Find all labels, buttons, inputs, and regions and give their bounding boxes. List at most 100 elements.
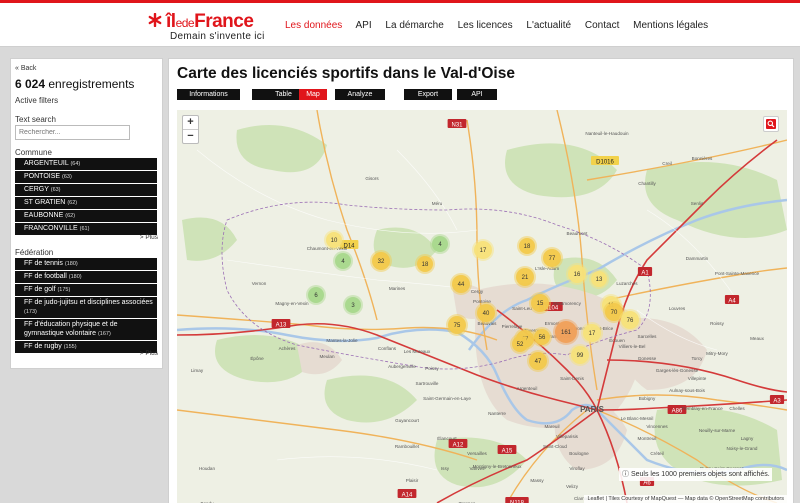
- commune-item-label: ST GRATIEN: [24, 199, 65, 206]
- cluster-marker[interactable]: 21: [514, 266, 536, 288]
- cluster-count: 99: [577, 353, 584, 359]
- nav-actualite[interactable]: L'actualité: [526, 20, 571, 31]
- place-label: Nanterre: [488, 411, 506, 416]
- cluster-marker[interactable]: 76: [619, 309, 641, 331]
- road-shield-label: A15: [502, 449, 513, 455]
- commune-item-count: (63): [51, 187, 61, 193]
- road-shield: A14: [398, 489, 417, 499]
- place-label: Le Blanc-Mesnil: [621, 416, 654, 421]
- cluster-marker[interactable]: 32: [370, 250, 392, 272]
- cluster-marker[interactable]: 4: [430, 234, 450, 254]
- commune-item-label: FRANCONVILLE: [24, 225, 78, 232]
- commune-item[interactable]: FRANCONVILLE (61): [15, 223, 157, 235]
- federation-item-label: FF de rugby: [24, 343, 62, 350]
- federation-item-count: (167): [98, 331, 111, 337]
- federation-item[interactable]: FF d'éducation physique et de gymnastiqu…: [15, 319, 157, 340]
- cluster-marker[interactable]: 40: [475, 302, 497, 324]
- back-link[interactable]: « Back: [15, 65, 36, 72]
- place-label: Les Mureaux: [404, 349, 431, 354]
- cluster-marker[interactable]: 52: [510, 334, 530, 354]
- record-count-number: 6 024: [15, 77, 45, 91]
- tab-informations[interactable]: Informations: [177, 89, 240, 100]
- tab-map[interactable]: Map: [299, 89, 327, 100]
- place-label: Sarcelles: [638, 334, 658, 339]
- cluster-marker[interactable]: 3: [343, 295, 363, 315]
- commune-item[interactable]: ARGENTEUIL (64): [15, 158, 157, 170]
- text-search-input[interactable]: [15, 125, 130, 140]
- cluster-marker[interactable]: 10: [324, 230, 344, 250]
- place-label: Achères: [279, 346, 297, 351]
- place-label: Tremblay-en-France: [681, 406, 723, 411]
- cluster-marker[interactable]: 17: [472, 239, 494, 261]
- nav-les-donnees[interactable]: Les données: [285, 20, 342, 31]
- cluster-marker[interactable]: 6: [306, 285, 326, 305]
- place-label: Saint-Leu: [512, 306, 532, 311]
- cluster-marker[interactable]: 75: [446, 314, 468, 336]
- cluster-marker[interactable]: 15: [529, 292, 551, 314]
- nav-la-demarche[interactable]: La démarche: [385, 20, 443, 31]
- road-shield-label: A3: [773, 399, 781, 405]
- map-view[interactable]: N31D1016D14A1A13N104A15N118A12A14A3A4A6A…: [177, 110, 787, 503]
- federation-item[interactable]: FF de tennis (180): [15, 258, 157, 270]
- road-shield: A13: [272, 319, 291, 329]
- cluster-marker[interactable]: 4: [333, 251, 353, 271]
- place-label: Pierrelaye: [502, 324, 523, 329]
- commune-item[interactable]: EAUBONNE (62): [15, 210, 157, 222]
- place-label: Luzarches: [616, 281, 638, 286]
- commune-item-count: (62): [67, 200, 77, 206]
- place-label: Argenteuil: [517, 386, 538, 391]
- federation-item[interactable]: FF de judo-jujitsu et disciplines associ…: [15, 297, 157, 318]
- site-header: îledeFrance Demain s'invente ici Les don…: [0, 3, 800, 47]
- zoom-out-button[interactable]: −: [183, 129, 198, 143]
- zoom-in-button[interactable]: +: [183, 116, 198, 129]
- federation-item[interactable]: FF de golf (175): [15, 284, 157, 296]
- federation-item[interactable]: FF de football (180): [15, 271, 157, 283]
- place-label: Limay: [191, 368, 204, 373]
- cluster-marker[interactable]: 44: [450, 273, 472, 295]
- cluster-count: 76: [627, 318, 634, 324]
- commune-item[interactable]: ST GRATIEN (62): [15, 197, 157, 209]
- place-label: Versailles: [467, 451, 487, 456]
- tab-analyze[interactable]: Analyze: [335, 89, 385, 100]
- tab-api[interactable]: API: [457, 89, 497, 100]
- cluster-count: 161: [561, 330, 572, 336]
- cluster-count: 17: [480, 248, 487, 254]
- place-label: Montmorency: [553, 301, 582, 306]
- tab-export[interactable]: Export: [404, 89, 452, 100]
- place-label: Plaisir: [406, 478, 419, 483]
- cluster-marker[interactable]: 18: [415, 254, 435, 274]
- map-canvas[interactable]: N31D1016D14A1A13N104A15N118A12A14A3A4A6A…: [177, 110, 787, 503]
- map-search-button[interactable]: [763, 116, 779, 132]
- place-label: Montreuil: [638, 436, 657, 441]
- place-label: Gonesse: [638, 356, 657, 361]
- cluster-marker[interactable]: 17: [581, 322, 603, 344]
- nav-api[interactable]: API: [356, 20, 372, 31]
- nav-contact[interactable]: Contact: [585, 20, 619, 31]
- commune-item[interactable]: CERGY (63): [15, 184, 157, 196]
- cluster-marker[interactable]: 77: [541, 247, 563, 269]
- cluster-marker[interactable]: 47: [527, 350, 549, 372]
- cluster-marker[interactable]: 16: [566, 263, 588, 285]
- commune-more-link[interactable]: > Plus: [140, 234, 158, 241]
- federation-item[interactable]: FF de rugby (155): [15, 341, 157, 353]
- place-label: Chantilly: [638, 181, 656, 186]
- cluster-marker[interactable]: 13: [589, 269, 609, 289]
- road-shield: A3: [770, 395, 784, 405]
- place-label: Montigny-le-Bretonneux: [473, 464, 522, 469]
- cluster-marker[interactable]: 56: [532, 327, 552, 347]
- commune-item-count: (61): [80, 226, 90, 232]
- cluster-count: 21: [522, 275, 529, 281]
- place-label: Chelles: [729, 406, 745, 411]
- road-shield-label: A13: [276, 323, 287, 329]
- cluster-marker[interactable]: 99: [569, 344, 591, 366]
- cluster-marker[interactable]: 161: [553, 319, 579, 345]
- federation-more-link[interactable]: > Plus: [140, 350, 158, 357]
- commune-item[interactable]: PONTOISE (63): [15, 171, 157, 183]
- place-label: Poissy: [425, 366, 439, 371]
- nav-les-licences[interactable]: Les licences: [458, 20, 513, 31]
- cluster-marker[interactable]: 18: [517, 236, 537, 256]
- federation-item-count: (155): [64, 344, 77, 350]
- place-label: Beaumont: [567, 231, 589, 236]
- nav-mentions-legales[interactable]: Mentions légales: [633, 20, 708, 31]
- road-shield-label: D1016: [596, 160, 614, 166]
